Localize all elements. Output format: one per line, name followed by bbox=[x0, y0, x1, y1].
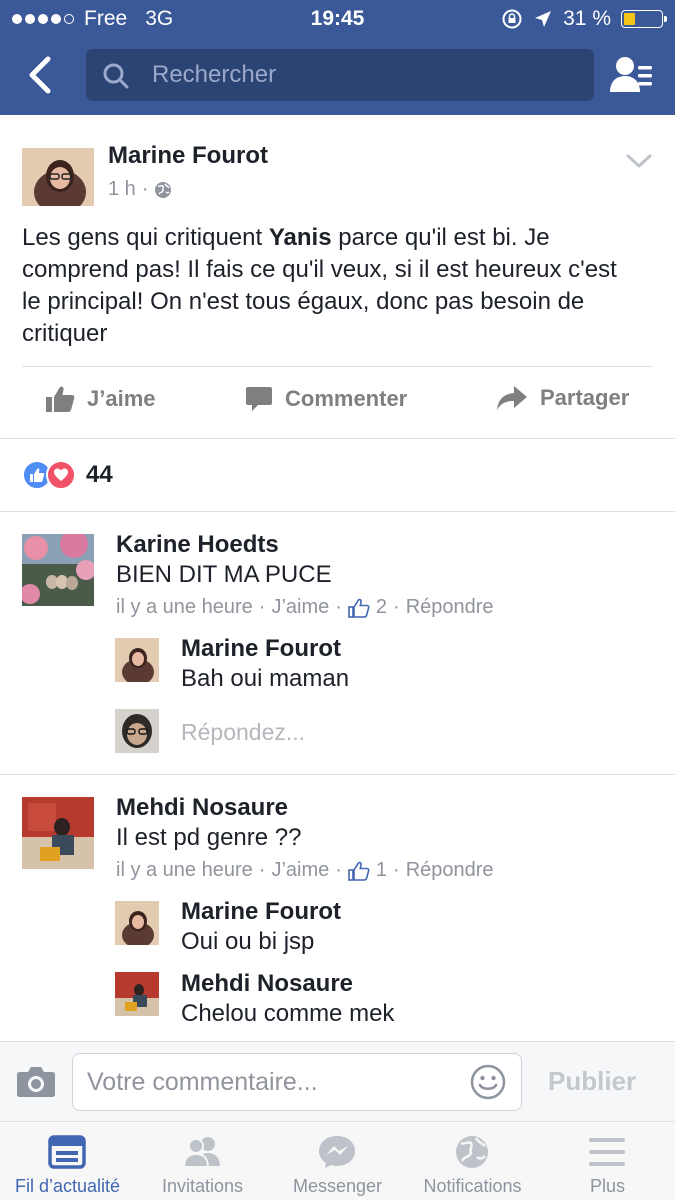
reply-input[interactable]: Répondez... bbox=[181, 719, 305, 746]
avatar[interactable] bbox=[115, 638, 159, 682]
globe-icon bbox=[155, 181, 172, 198]
reply-text: Bah oui maman bbox=[181, 665, 350, 692]
comment-reply-link[interactable]: Répondre bbox=[406, 859, 494, 882]
search-icon bbox=[103, 63, 129, 89]
menu-icon bbox=[589, 1138, 625, 1166]
reply-author-name[interactable]: Marine Fourot bbox=[181, 635, 341, 663]
reactions-summary[interactable]: 44 bbox=[22, 460, 113, 490]
comment-like-count[interactable]: 1 bbox=[376, 859, 387, 882]
navigation-header: Free 3G 19:45 31 % bbox=[0, 0, 675, 115]
reply-author-name[interactable]: Mehdi Nosaure bbox=[181, 970, 353, 998]
search-input[interactable] bbox=[152, 49, 572, 101]
reply-author-name[interactable]: Marine Fourot bbox=[181, 898, 341, 926]
comment-text: BIEN DIT MA PUCE bbox=[116, 561, 332, 588]
tab-label: Messenger bbox=[292, 1176, 383, 1196]
friend-requests-icon bbox=[182, 1137, 220, 1168]
divider bbox=[0, 438, 675, 439]
status-bar: Free 3G 19:45 31 % bbox=[0, 0, 675, 38]
tab-messenger[interactable]: Messenger bbox=[270, 1122, 405, 1200]
avatar[interactable] bbox=[22, 534, 94, 606]
comment-icon bbox=[246, 387, 272, 411]
love-reaction-icon bbox=[46, 460, 76, 490]
comment-like-link[interactable]: J’aime bbox=[271, 859, 329, 882]
avatar[interactable] bbox=[115, 972, 159, 1016]
post-header: Marine Fourot 1 h · bbox=[0, 115, 675, 206]
globe-icon bbox=[456, 1136, 488, 1168]
thumbs-up-icon bbox=[348, 598, 370, 618]
news-feed-icon bbox=[48, 1135, 86, 1169]
post-body: Les gens qui critiquent Yanis parce qu'i… bbox=[22, 224, 617, 347]
tab-bar: Fil d’actualité Invitations Messenger No… bbox=[0, 1121, 675, 1200]
comment-text: Il est pd genre ?? bbox=[116, 824, 302, 851]
post-meta: 1 h · bbox=[108, 178, 172, 201]
battery-percent: 31 % bbox=[563, 7, 611, 30]
comment-field[interactable] bbox=[72, 1053, 522, 1111]
camera-button[interactable] bbox=[16, 1064, 56, 1103]
like-button[interactable]: J’aime bbox=[45, 385, 156, 413]
comment-button[interactable]: Commenter bbox=[245, 385, 407, 413]
avatar[interactable] bbox=[22, 797, 94, 869]
comment-meta: il y a une heure · J’aime · 2 · Répondre bbox=[116, 596, 494, 619]
comment-reply-link[interactable]: Répondre bbox=[406, 596, 494, 619]
comment-meta: il y a une heure · J’aime · 1 · Répondre bbox=[116, 859, 494, 882]
comment-input[interactable] bbox=[87, 1054, 467, 1110]
back-button[interactable] bbox=[22, 55, 58, 95]
comment-label: Commenter bbox=[285, 386, 408, 411]
chevron-left-icon bbox=[29, 56, 51, 94]
friend-list-icon bbox=[610, 57, 652, 92]
tab-news-feed[interactable]: Fil d’actualité bbox=[0, 1122, 135, 1200]
comment-time[interactable]: il y a une heure bbox=[116, 596, 253, 619]
thumbs-up-icon bbox=[348, 861, 370, 881]
tab-invitations[interactable]: Invitations bbox=[135, 1122, 270, 1200]
chevron-down-icon bbox=[626, 154, 652, 168]
battery-icon bbox=[621, 10, 667, 28]
comment-author-name[interactable]: Karine Hoedts bbox=[116, 531, 279, 559]
post-actions: J’aime Commenter Partager bbox=[0, 367, 675, 439]
avatar bbox=[115, 709, 159, 753]
comment-author-name[interactable]: Mehdi Nosaure bbox=[116, 794, 288, 822]
tab-notifications[interactable]: Notifications bbox=[405, 1122, 540, 1200]
like-label: J’aime bbox=[87, 386, 156, 411]
share-arrow-icon bbox=[497, 386, 527, 410]
avatar[interactable] bbox=[115, 901, 159, 945]
post-options-button[interactable] bbox=[624, 151, 654, 171]
smiley-icon[interactable] bbox=[470, 1064, 506, 1100]
avatar[interactable] bbox=[22, 148, 94, 206]
reply-text: Chelou comme mek bbox=[181, 1000, 395, 1027]
thumbs-up-icon bbox=[46, 386, 75, 412]
reaction-count: 44 bbox=[86, 461, 113, 488]
tab-label: Plus bbox=[589, 1176, 625, 1196]
share-label: Partager bbox=[540, 385, 630, 410]
comment-like-count[interactable]: 2 bbox=[376, 596, 387, 619]
divider bbox=[0, 511, 675, 512]
tab-label: Fil d’actualité bbox=[14, 1176, 121, 1196]
friend-requests-button[interactable] bbox=[608, 54, 656, 98]
comment-composer: Publier bbox=[0, 1041, 675, 1121]
comment-like-link[interactable]: J’aime bbox=[271, 596, 329, 619]
divider bbox=[0, 774, 675, 775]
publish-button[interactable]: Publier bbox=[548, 1066, 636, 1097]
tab-label: Invitations bbox=[161, 1176, 244, 1196]
comment-time[interactable]: il y a une heure bbox=[116, 859, 253, 882]
tab-label: Notifications bbox=[423, 1176, 522, 1196]
post-time[interactable]: 1 h bbox=[108, 178, 136, 201]
messenger-icon bbox=[319, 1136, 355, 1168]
share-button[interactable]: Partager bbox=[496, 385, 629, 411]
camera-icon bbox=[17, 1067, 55, 1097]
tagged-name[interactable]: Yanis bbox=[269, 224, 332, 251]
location-arrow-icon bbox=[535, 11, 552, 27]
reply-text: Oui ou bi jsp bbox=[181, 928, 315, 955]
post-author-name[interactable]: Marine Fourot bbox=[108, 142, 268, 170]
rotation-lock-icon bbox=[502, 9, 522, 29]
tab-more[interactable]: Plus bbox=[540, 1122, 675, 1200]
search-field[interactable] bbox=[86, 49, 594, 101]
